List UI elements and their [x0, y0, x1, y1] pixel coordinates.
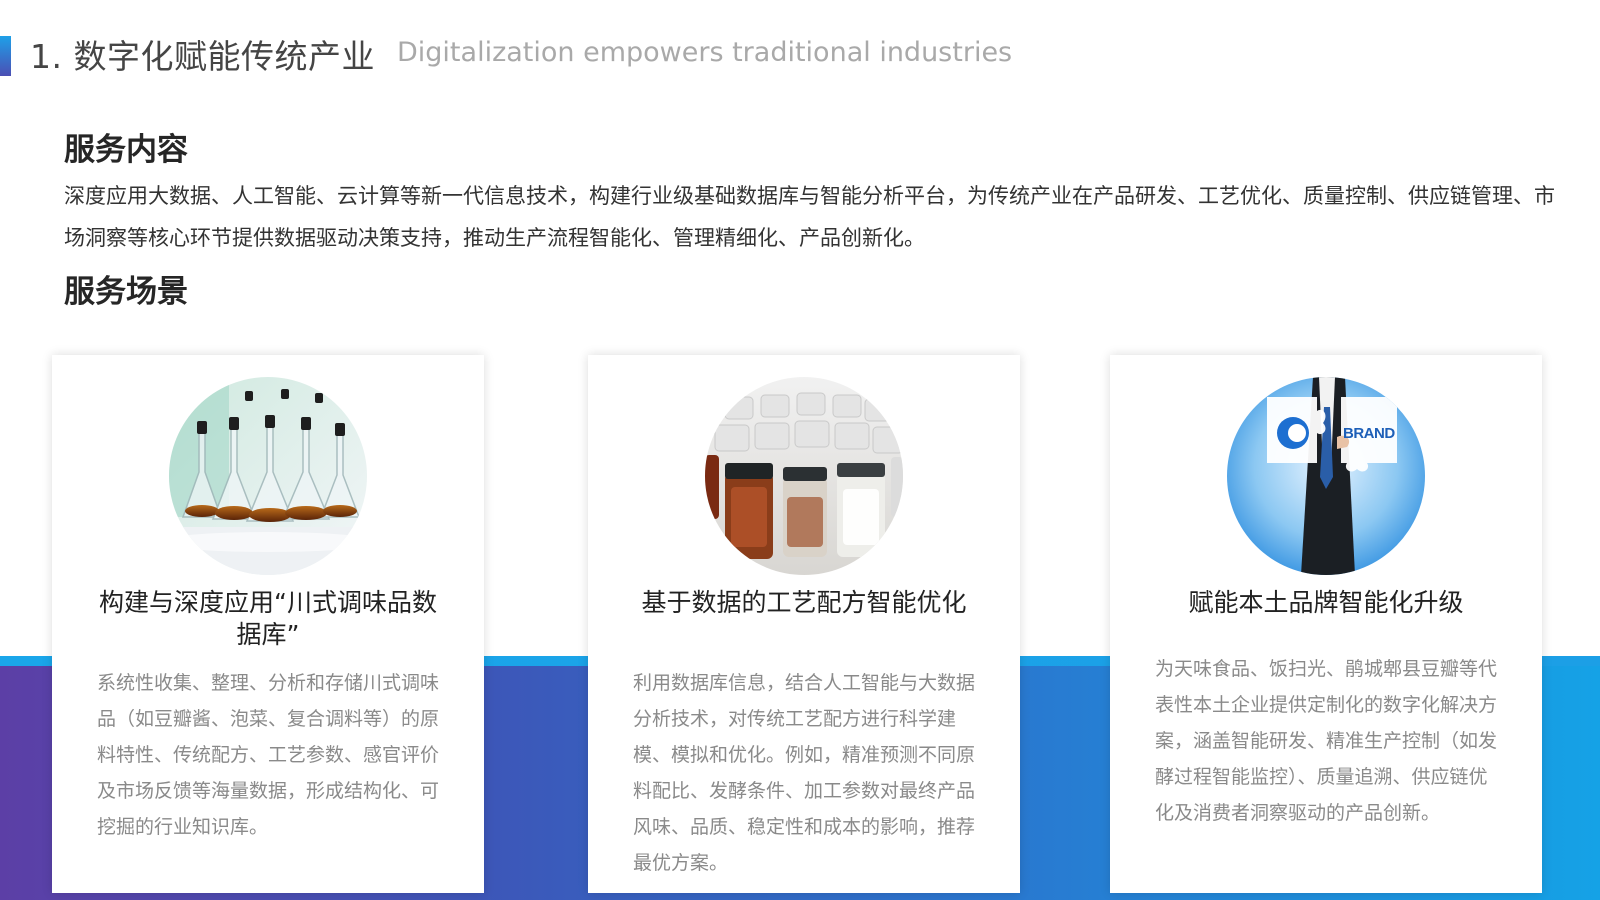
page-title: 1. 数字化赋能传统产业: [30, 37, 375, 76]
card-body: 利用数据库信息，结合人工智能与大数据分析技术，对传统工艺配方进行科学建模、模拟和…: [633, 672, 976, 874]
service-content-body: 深度应用大数据、人工智能、云计算等新一代信息技术，构建行业级基础数据库与智能分析…: [64, 184, 1555, 250]
service-content-heading: 服务内容: [64, 132, 188, 168]
card-title: 构建与深度应用“川式调味品数据库”: [99, 588, 437, 649]
service-scenes-heading: 服务场景: [64, 274, 188, 310]
scene-card-brand: BRAND 赋能本土品牌智能化升级 为天味食品、饭扫光、鹃城郫县豆瓣等代表性本土…: [1110, 355, 1542, 893]
sample-jars-photo: [705, 377, 903, 575]
card-title: 基于数据的工艺配方智能优化: [641, 588, 967, 617]
card-body: 为天味食品、饭扫光、鹃城郫县豆瓣等代表性本土企业提供定制化的数字化解决方案，涵盖…: [1155, 658, 1498, 824]
scene-card-database: 构建与深度应用“川式调味品数据库” 系统性收集、整理、分析和存储川式调味品（如豆…: [52, 355, 484, 893]
brand-puzzle-photo: BRAND: [1227, 377, 1425, 575]
slide: 1. 数字化赋能传统产业 Digitalization empowers tra…: [0, 0, 1600, 900]
title-accent-bar: [0, 36, 11, 76]
card-body: 系统性收集、整理、分析和存储川式调味品（如豆瓣酱、泡菜、复合调料等）的原料特性、…: [97, 672, 440, 838]
scene-card-formula: 基于数据的工艺配方智能优化 利用数据库信息，结合人工智能与大数据分析技术，对传统…: [588, 355, 1020, 893]
lab-flasks-photo: [169, 377, 367, 575]
brand-label: BRAND: [1343, 425, 1395, 442]
card-title: 赋能本土品牌智能化升级: [1188, 588, 1464, 617]
page-subtitle: Digitalization empowers traditional indu…: [397, 37, 1013, 68]
